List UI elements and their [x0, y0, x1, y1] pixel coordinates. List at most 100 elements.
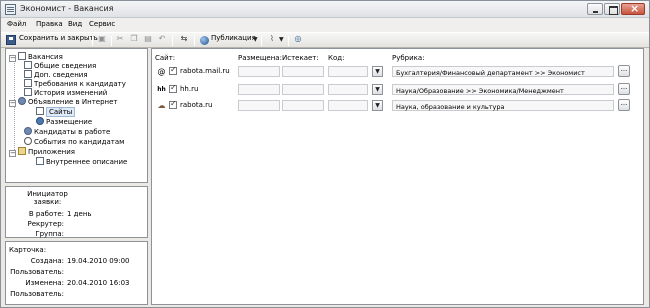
rubric-field[interactable]: Бухгалтерия/Финансовый департамент >> Эк… [392, 66, 614, 77]
clock-icon [24, 137, 32, 145]
tree-label: События по кандидатам [34, 138, 125, 146]
sites-panel: Сайт: Размещена: Истекает: Код: Рубрика:… [151, 48, 644, 305]
save-icon[interactable] [6, 35, 16, 45]
app-icon [5, 4, 16, 15]
spellcheck-icon[interactable]: ⇆ [179, 34, 189, 44]
document-icon [24, 61, 32, 69]
tree-item-sites[interactable]: Сайты [36, 107, 76, 117]
maximize-button[interactable] [604, 3, 620, 15]
menu-view[interactable]: Вид [68, 20, 82, 28]
card-title: Карточка: [9, 246, 47, 254]
rubric-browse-button[interactable]: ... [618, 65, 630, 77]
globe-icon[interactable] [200, 36, 209, 45]
publish-button[interactable]: Публикация [211, 34, 256, 42]
site-name: rabota.ru [180, 101, 213, 109]
menu-service[interactable]: Сервис [89, 20, 115, 28]
column-posted: Размещена: [238, 54, 282, 62]
code-field[interactable] [328, 66, 368, 77]
tree-label: Кандидаты в работе [34, 128, 111, 136]
tree-item-events[interactable]: События по кандидатам [24, 137, 124, 146]
initiator-label: Инициатор заявки: [27, 190, 68, 206]
tree-item-additional[interactable]: Доп. сведения [24, 70, 88, 79]
paste-icon[interactable]: ▤ [143, 34, 153, 44]
vacancy-icon [18, 52, 26, 60]
tree-label: Общие сведения [34, 62, 97, 70]
document-icon [36, 157, 44, 165]
copy-icon[interactable]: ❐ [129, 34, 139, 44]
mailru-icon: @ [157, 67, 166, 76]
tree-item-history[interactable]: История изменений [24, 88, 107, 97]
toolbar-separator [92, 36, 93, 46]
site-checkbox[interactable] [169, 83, 177, 93]
rabota-icon: ☁ [157, 101, 166, 110]
tree-item-placement[interactable]: Размещение [36, 117, 92, 126]
in-work-label: В работе: [28, 210, 64, 218]
posted-field[interactable] [238, 66, 280, 77]
tree-item-requirements[interactable]: Требования к кандидату [24, 79, 126, 88]
created-label: Создана: [30, 257, 64, 265]
minimize-button[interactable] [587, 3, 603, 15]
people-icon [24, 127, 32, 135]
rubric-field[interactable]: Наука/Образование >> Экономика/Менеджмен… [392, 84, 614, 95]
expires-field[interactable] [282, 100, 324, 111]
rubric-browse-button[interactable]: ... [618, 83, 630, 95]
window-title: Экономист - Вакансия [20, 4, 114, 13]
tree-item-internet[interactable]: − Объявление в Интернет [9, 97, 118, 107]
rubric-field[interactable]: Наука, образование и культура [392, 100, 614, 111]
code-field[interactable] [328, 100, 368, 111]
cut-icon[interactable]: ✂ [115, 34, 125, 44]
save-and-close-button[interactable]: Сохранить и закрыть [19, 34, 98, 42]
sites-icon [36, 107, 44, 115]
help-icon[interactable]: ◎ [293, 34, 303, 44]
toolbar-separator [111, 36, 112, 46]
collapse-icon[interactable]: − [9, 150, 16, 157]
collapse-icon[interactable]: − [9, 55, 16, 62]
code-field[interactable] [328, 84, 368, 95]
chevron-down-icon[interactable]: ▼ [279, 36, 284, 43]
rubric-value: Бухгалтерия/Финансовый департамент >> Эк… [396, 69, 585, 77]
in-work-value: 1 день [67, 210, 92, 218]
rubric-dropdown-button[interactable]: ▼ [372, 100, 383, 111]
history-icon [24, 88, 32, 96]
tree-item-candidates[interactable]: Кандидаты в работе [24, 127, 110, 136]
tree-label: Сайты [46, 107, 76, 117]
changed-value: 20.04.2010 16:03 [67, 279, 130, 287]
tree-item-attachments[interactable]: − Приложения [9, 147, 75, 157]
menu-edit[interactable]: Правка [36, 20, 63, 28]
menu-file[interactable]: Файл [7, 20, 26, 28]
chevron-down-icon[interactable]: ▼ [253, 36, 258, 43]
posted-field[interactable] [238, 84, 280, 95]
column-expires: Истекает: [282, 54, 319, 62]
toolbar-separator [261, 36, 262, 46]
navigation-tree: − Вакансия Общие сведения Доп. сведения Т… [5, 48, 148, 183]
toolbar-separator [288, 36, 289, 46]
tree-item-general[interactable]: Общие сведения [24, 61, 96, 70]
toolbar-separator [172, 36, 173, 46]
toolbar-separator [194, 36, 195, 46]
attach-icon[interactable]: ⌇ [267, 34, 277, 44]
title-bar: Экономист - Вакансия [1, 1, 649, 18]
print-icon[interactable]: ▣ [97, 34, 107, 44]
rubric-dropdown-button[interactable]: ▼ [372, 66, 383, 77]
collapse-icon[interactable]: − [9, 100, 16, 107]
site-checkbox[interactable] [169, 99, 177, 109]
site-name: hh.ru [180, 85, 199, 93]
rubric-dropdown-button[interactable]: ▼ [372, 84, 383, 95]
site-checkbox[interactable] [169, 65, 177, 75]
undo-icon[interactable]: ↶ [157, 34, 167, 44]
tree-item-internal-description[interactable]: Внутреннее описание [36, 157, 127, 166]
rubric-browse-button[interactable]: ... [618, 99, 630, 111]
expires-field[interactable] [282, 84, 324, 95]
tree-label: Объявление в Интернет [28, 98, 118, 106]
site-row: ☁ rabota.ru ▼ Наука, образование и культ… [152, 99, 643, 112]
column-rubric: Рубрика: [392, 54, 425, 62]
advertisement-icon [18, 97, 26, 105]
site-row: @ rabota.mail.ru ▼ Бухгалтерия/Финансовы… [152, 65, 643, 78]
recruiter-label: Рекрутер: [27, 220, 64, 228]
posted-field[interactable] [238, 100, 280, 111]
column-code: Код: [328, 54, 345, 62]
close-button[interactable] [621, 2, 645, 15]
expires-field[interactable] [282, 66, 324, 77]
rubric-value: Наука, образование и культура [396, 103, 505, 111]
left-panel: − Вакансия Общие сведения Доп. сведения Т… [5, 48, 148, 305]
